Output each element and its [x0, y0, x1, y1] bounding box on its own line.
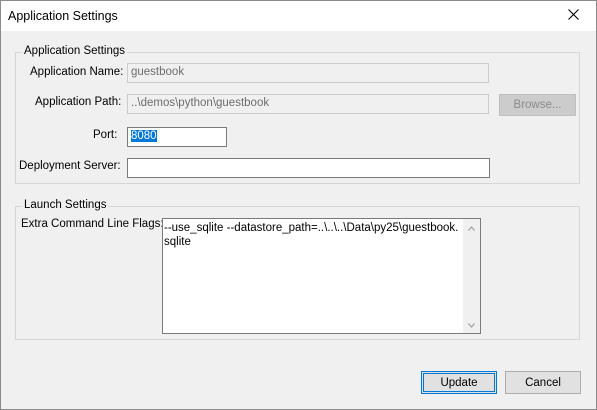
update-button[interactable]: Update	[421, 371, 497, 394]
launch-settings-legend: Launch Settings	[22, 199, 109, 211]
application-name-label: Application Name:	[30, 66, 124, 78]
close-icon	[567, 9, 579, 23]
extra-flags-text: --use_sqlite --datastore_path=..\..\..\D…	[164, 222, 459, 248]
port-value-selection: 8080	[131, 130, 157, 142]
title-bar[interactable]: Application Settings	[1, 1, 596, 31]
window-title: Application Settings	[8, 9, 118, 23]
cancel-button[interactable]: Cancel	[505, 371, 581, 394]
application-name-field[interactable]: guestbook	[127, 63, 489, 83]
close-button[interactable]	[550, 1, 596, 31]
extra-flags-label: Extra Command Line Flags:	[21, 218, 164, 230]
browse-button[interactable]: Browse...	[499, 94, 576, 116]
scroll-down-button[interactable]	[463, 316, 480, 333]
application-path-label: Application Path:	[35, 96, 122, 108]
application-settings-legend: Application Settings	[22, 45, 128, 57]
chevron-up-icon	[468, 222, 475, 234]
port-input[interactable]: 8080	[127, 127, 227, 147]
textarea-scrollbar[interactable]	[463, 219, 480, 333]
scroll-up-button[interactable]	[463, 219, 480, 236]
deployment-server-label: Deployment Server:	[19, 160, 121, 172]
application-path-field[interactable]: ..\demos\python\guestbook	[127, 94, 489, 114]
chevron-down-icon	[468, 319, 475, 331]
deployment-server-input[interactable]	[127, 158, 490, 178]
extra-flags-textarea[interactable]: --use_sqlite --datastore_path=..\..\..\D…	[162, 218, 481, 334]
port-label: Port:	[93, 129, 118, 141]
